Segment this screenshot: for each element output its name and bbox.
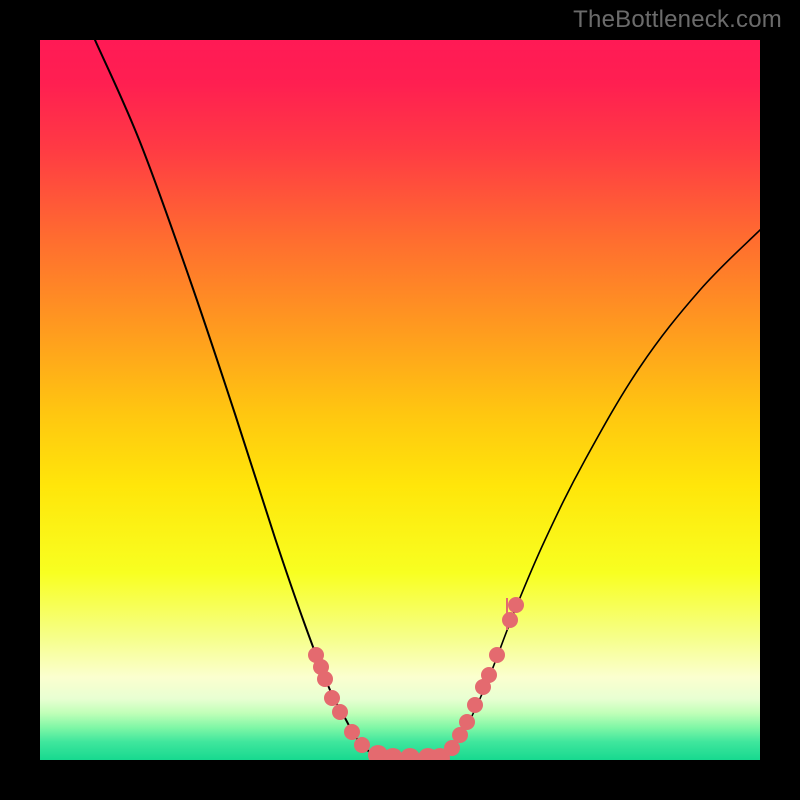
watermark-text: TheBottleneck.com bbox=[573, 6, 782, 34]
plot-area bbox=[40, 40, 760, 760]
chart-frame: TheBottleneck.com bbox=[0, 0, 800, 800]
background-gradient bbox=[40, 40, 760, 760]
